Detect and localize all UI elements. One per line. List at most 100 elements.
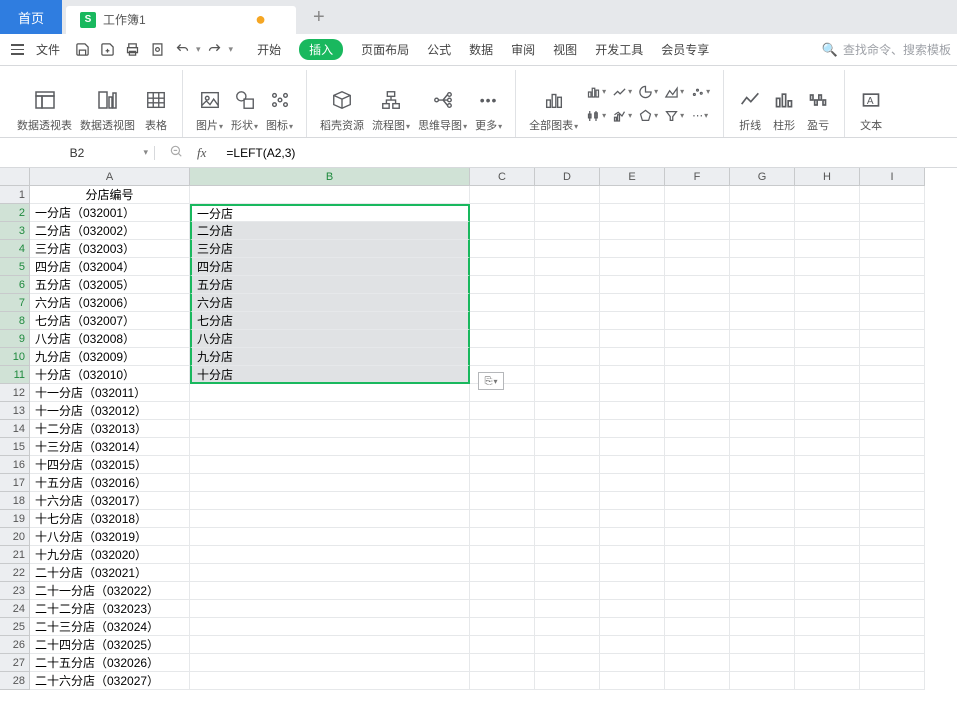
cell[interactable]	[860, 582, 925, 600]
cell[interactable]	[795, 276, 860, 294]
cell[interactable]	[535, 510, 600, 528]
cell[interactable]	[600, 528, 665, 546]
cell[interactable]	[190, 438, 470, 456]
cell[interactable]: 十六分店（032017）	[30, 492, 190, 510]
menu-view[interactable]: 视图	[553, 41, 577, 58]
cell[interactable]	[795, 438, 860, 456]
cell[interactable]	[795, 456, 860, 474]
cell[interactable]	[470, 654, 535, 672]
cell[interactable]: 十五分店（032016）	[30, 474, 190, 492]
cell[interactable]	[535, 474, 600, 492]
mini-stock-icon[interactable]: ▾	[586, 106, 606, 126]
ribbon-sparkline-bar[interactable]: 柱形	[767, 72, 801, 136]
cell[interactable]	[665, 348, 730, 366]
cell[interactable]	[730, 348, 795, 366]
row-header[interactable]: 22	[0, 564, 30, 582]
cell[interactable]	[535, 186, 600, 204]
cell[interactable]	[665, 312, 730, 330]
cell[interactable]	[535, 348, 600, 366]
cell[interactable]	[600, 204, 665, 222]
hamburger-icon[interactable]	[6, 39, 28, 61]
cell[interactable]	[860, 672, 925, 690]
cell[interactable]	[665, 528, 730, 546]
cell[interactable]	[730, 438, 795, 456]
cell[interactable]	[860, 186, 925, 204]
cell[interactable]	[795, 402, 860, 420]
cell[interactable]	[470, 330, 535, 348]
ribbon-sparkline-line[interactable]: 折线	[733, 72, 767, 136]
col-header[interactable]: I	[860, 168, 925, 186]
cell[interactable]: 五分店	[190, 276, 470, 294]
cell[interactable]	[730, 582, 795, 600]
menu-member[interactable]: 会员专享	[661, 41, 709, 58]
cell[interactable]	[730, 294, 795, 312]
cell[interactable]: 二十三分店（032024）	[30, 618, 190, 636]
cell[interactable]	[665, 384, 730, 402]
row-header[interactable]: 13	[0, 402, 30, 420]
cell[interactable]	[795, 186, 860, 204]
cell[interactable]	[190, 546, 470, 564]
cell[interactable]: 二分店	[190, 222, 470, 240]
menu-dev-tools[interactable]: 开发工具	[595, 41, 643, 58]
cell[interactable]	[665, 582, 730, 600]
cell[interactable]	[190, 492, 470, 510]
cell[interactable]	[470, 312, 535, 330]
menu-review[interactable]: 审阅	[511, 41, 535, 58]
cell[interactable]	[600, 492, 665, 510]
cell[interactable]	[665, 618, 730, 636]
cell[interactable]: 十三分店（032014）	[30, 438, 190, 456]
cell[interactable]	[730, 186, 795, 204]
cell[interactable]	[600, 420, 665, 438]
cell[interactable]	[190, 636, 470, 654]
row-header[interactable]: 21	[0, 546, 30, 564]
cell[interactable]	[535, 456, 600, 474]
cell[interactable]	[860, 618, 925, 636]
save-icon[interactable]	[71, 39, 93, 61]
cell[interactable]	[730, 402, 795, 420]
cell[interactable]	[600, 312, 665, 330]
row-header[interactable]: 12	[0, 384, 30, 402]
cell[interactable]	[535, 546, 600, 564]
col-header[interactable]: F	[665, 168, 730, 186]
cell[interactable]	[470, 294, 535, 312]
cell[interactable]: 十一分店（032011）	[30, 384, 190, 402]
cell[interactable]	[795, 564, 860, 582]
row-header[interactable]: 11	[0, 366, 30, 384]
cell[interactable]: 一分店（032001）	[30, 204, 190, 222]
cell[interactable]	[535, 258, 600, 276]
cell[interactable]	[190, 564, 470, 582]
cell[interactable]	[600, 384, 665, 402]
row-header[interactable]: 27	[0, 654, 30, 672]
cell[interactable]	[470, 222, 535, 240]
cell[interactable]: 九分店	[190, 348, 470, 366]
mini-radar-icon[interactable]: ▾	[638, 106, 658, 126]
cell[interactable]	[600, 600, 665, 618]
cell[interactable]	[470, 528, 535, 546]
cell[interactable]	[665, 456, 730, 474]
cell[interactable]	[470, 492, 535, 510]
cell[interactable]	[860, 564, 925, 582]
cell[interactable]	[190, 456, 470, 474]
cell[interactable]	[600, 510, 665, 528]
cell[interactable]	[860, 384, 925, 402]
cell[interactable]	[730, 366, 795, 384]
cell[interactable]	[730, 258, 795, 276]
cell[interactable]	[535, 564, 600, 582]
cell[interactable]	[860, 330, 925, 348]
mini-bar-icon[interactable]: ▾	[586, 82, 606, 102]
cell[interactable]	[470, 348, 535, 366]
cell[interactable]	[730, 654, 795, 672]
print-preview-icon[interactable]	[146, 39, 168, 61]
cell[interactable]	[665, 636, 730, 654]
row-header[interactable]: 10	[0, 348, 30, 366]
cell[interactable]: 八分店	[190, 330, 470, 348]
cell[interactable]	[665, 258, 730, 276]
cell[interactable]	[600, 546, 665, 564]
command-search[interactable]: 🔍 查找命令、搜索模板	[822, 41, 951, 58]
cell[interactable]	[535, 582, 600, 600]
undo-dropdown-icon[interactable]: ▾	[196, 44, 201, 55]
cell[interactable]	[535, 654, 600, 672]
cell[interactable]	[470, 510, 535, 528]
cell[interactable]	[190, 402, 470, 420]
cell[interactable]	[795, 384, 860, 402]
